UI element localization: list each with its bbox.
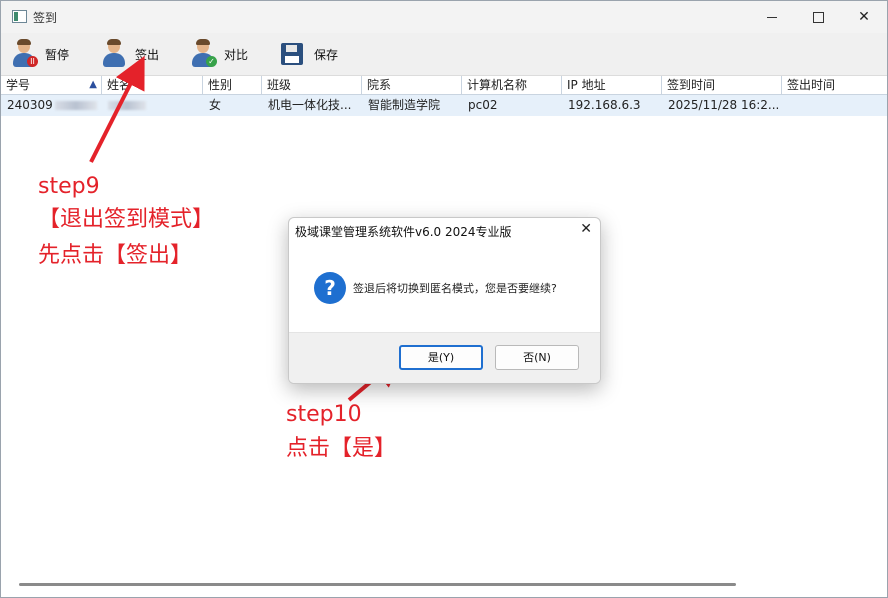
redacted-name bbox=[108, 101, 146, 110]
yes-button[interactable]: 是(Y) bbox=[399, 345, 483, 370]
step10-title: step10 bbox=[286, 402, 362, 427]
column-computer-name[interactable]: 计算机名称 bbox=[462, 76, 562, 94]
signout-button[interactable]: 签出 bbox=[101, 37, 159, 71]
dialog-footer: 是(Y) 否(N) bbox=[289, 332, 600, 383]
dialog-message: 签退后将切换到匿名模式，您是否要继续? bbox=[353, 282, 557, 295]
pause-label: 暂停 bbox=[45, 47, 70, 62]
compare-button[interactable]: ✓ 对比 bbox=[190, 37, 248, 71]
user-signout-icon bbox=[101, 39, 127, 69]
step9-title: step9 bbox=[38, 174, 100, 199]
redacted-id bbox=[54, 101, 97, 110]
window-title: 签到 bbox=[33, 11, 58, 25]
signout-label: 签出 bbox=[135, 47, 160, 62]
cell-signout-time bbox=[782, 95, 887, 116]
save-label: 保存 bbox=[314, 47, 339, 62]
dialog-close-button[interactable]: ✕ bbox=[580, 221, 592, 237]
sort-ascending-icon: ▲ bbox=[89, 79, 97, 90]
minimize-button[interactable] bbox=[749, 1, 795, 33]
minimize-icon bbox=[767, 16, 777, 18]
cell-gender: 女 bbox=[209, 98, 222, 112]
column-signout-time[interactable]: 签出时间 bbox=[782, 76, 887, 94]
user-compare-icon: ✓ bbox=[190, 39, 217, 69]
table-header: 学号 ▲ 姓名 性别 班级 院系 计算机名称 IP 地址 签到时间 签出时间 bbox=[1, 76, 887, 95]
column-student-id[interactable]: 学号 ▲ bbox=[1, 76, 102, 94]
step9-line2: 先点击【签出】 bbox=[38, 243, 193, 268]
close-button[interactable]: ✕ bbox=[841, 1, 887, 33]
column-name[interactable]: 姓名 bbox=[102, 76, 203, 94]
question-icon: ? bbox=[314, 272, 346, 304]
cell-department: 智能制造学院 bbox=[368, 98, 441, 112]
horizontal-scrollbar[interactable] bbox=[1, 575, 887, 595]
cell-ip-address: 192.168.6.3 bbox=[568, 98, 641, 112]
compare-label: 对比 bbox=[224, 47, 249, 62]
column-department[interactable]: 院系 bbox=[362, 76, 462, 94]
maximize-button[interactable] bbox=[795, 1, 841, 33]
cell-name bbox=[102, 95, 203, 116]
scrollbar-thumb[interactable] bbox=[19, 583, 736, 586]
save-button[interactable]: 保存 bbox=[281, 37, 338, 71]
column-ip-address[interactable]: IP 地址 bbox=[562, 76, 662, 94]
column-gender[interactable]: 性别 bbox=[203, 76, 262, 94]
app-icon bbox=[12, 10, 27, 23]
dialog-body: ? 签退后将切换到匿名模式，您是否要继续? bbox=[289, 248, 600, 332]
column-signin-time[interactable]: 签到时间 bbox=[662, 76, 782, 94]
pause-button[interactable]: II 暂停 bbox=[11, 37, 69, 71]
user-pause-icon: II bbox=[11, 39, 38, 69]
no-button[interactable]: 否(N) bbox=[495, 345, 579, 370]
close-icon: ✕ bbox=[580, 221, 592, 237]
table-row[interactable]: 240309 女 机电一体化技... 智能制造学院 pc02 192.168.6… bbox=[1, 95, 887, 116]
step10-line1: 点击【是】 bbox=[286, 436, 397, 461]
dialog-title: 极域课堂管理系统软件v6.0 2024专业版 bbox=[295, 225, 512, 239]
step9-line1: 【退出签到模式】 bbox=[38, 207, 215, 232]
confirm-dialog: 极域课堂管理系统软件v6.0 2024专业版 ✕ ? 签退后将切换到匿名模式，您… bbox=[288, 217, 601, 384]
cell-computer-name: pc02 bbox=[468, 98, 498, 112]
maximize-icon bbox=[812, 11, 824, 23]
cell-signin-time: 2025/11/28 16:2... bbox=[668, 98, 780, 112]
close-icon: ✕ bbox=[858, 9, 870, 25]
toolbar: II 暂停 签出 ✓ 对比 保存 bbox=[1, 33, 887, 76]
cell-student-id: 240309 bbox=[1, 95, 102, 116]
floppy-save-icon bbox=[281, 43, 303, 65]
cell-class: 机电一体化技... bbox=[268, 98, 352, 112]
column-class[interactable]: 班级 bbox=[262, 76, 362, 94]
title-bar: 签到 ✕ bbox=[1, 1, 887, 33]
